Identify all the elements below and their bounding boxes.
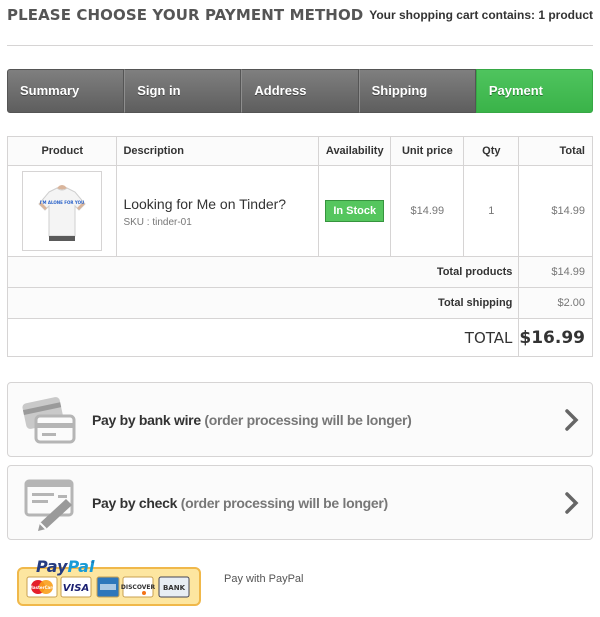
total-products-value: $14.99: [518, 256, 593, 288]
total-shipping-label: Total shipping: [6, 287, 520, 319]
checkout-steps: Summary Sign in Address Shipping Payment: [7, 69, 594, 113]
column-header-unit-price: Unit price: [390, 136, 465, 166]
svg-text:MasterCard: MasterCard: [29, 585, 55, 590]
qty-cell: 1: [463, 165, 520, 257]
svg-text:™: ™: [90, 561, 95, 567]
pay-by-check-option[interactable]: Pay by check (order processing will be l…: [7, 465, 593, 540]
paypal-logo: PayPal ™ MasterCard VISA DISCOVER BANK: [17, 557, 201, 606]
total-shipping-value: $2.00: [518, 287, 593, 319]
tshirt-image: I'M ALONE FOR YOU: [38, 185, 86, 241]
grand-total-label: TOTAL: [6, 318, 520, 357]
step-address[interactable]: Address: [241, 69, 359, 113]
column-header-total: Total: [518, 136, 593, 166]
grand-total-value: $16.99: [518, 318, 593, 357]
product-thumbnail[interactable]: I'M ALONE FOR YOU: [22, 171, 103, 251]
chevron-right-icon: [565, 409, 579, 431]
bank-card-icon: [18, 390, 82, 450]
step-shipping[interactable]: Shipping: [358, 69, 476, 113]
product-cell: I'M ALONE FOR YOU: [6, 165, 118, 257]
chevron-right-icon: [565, 492, 579, 514]
total-shipping-row: Total shipping $2.00: [6, 287, 593, 319]
check-pen-icon: [18, 473, 82, 533]
shirt-print-text: I'M ALONE FOR YOU: [40, 200, 84, 205]
pay-by-bank-wire-option[interactable]: Pay by bank wire (order processing will …: [7, 382, 593, 457]
paypal-logo-button[interactable]: PayPal ™ MasterCard VISA DISCOVER BANK: [17, 557, 201, 606]
check-note: (order processing will be longer): [180, 494, 388, 511]
product-sku: SKU : tinder-01: [123, 216, 192, 228]
cart-summary: Your shopping cart contains: 1 product: [369, 8, 593, 22]
step-sign-in[interactable]: Sign in: [124, 69, 242, 113]
svg-text:PayPal: PayPal: [36, 558, 95, 576]
column-header-product: Product: [6, 136, 118, 166]
svg-text:DISCOVER: DISCOVER: [121, 584, 156, 591]
step-summary[interactable]: Summary: [7, 69, 125, 113]
product-name[interactable]: Looking for Me on Tinder?: [123, 195, 318, 213]
page-title: PLEASE CHOOSE YOUR PAYMENT METHOD: [7, 6, 364, 24]
svg-text:BANK: BANK: [163, 584, 186, 592]
grand-total-row: TOTAL $16.99: [6, 318, 593, 357]
in-stock-badge: In Stock: [325, 200, 385, 222]
unit-price: $14.99: [410, 205, 445, 217]
bank-wire-note: (order processing will be longer): [204, 411, 412, 428]
line-total: $14.99: [551, 205, 585, 217]
column-header-qty: Qty: [463, 136, 520, 166]
quantity: 1: [488, 205, 495, 217]
total-products-label: Total products: [6, 256, 520, 288]
check-title: Pay by check: [92, 494, 178, 511]
availability-cell: In Stock: [318, 165, 392, 257]
unit-price-cell: $14.99: [390, 165, 465, 257]
pay-by-bank-wire-text: Pay by bank wire (order processing will …: [92, 412, 412, 428]
total-products-row: Total products $14.99: [6, 256, 593, 288]
cart-table: Product Description Availability Unit pr…: [6, 136, 593, 357]
bank-wire-title: Pay by bank wire: [92, 411, 201, 428]
column-header-availability: Availability: [318, 136, 392, 166]
step-payment[interactable]: Payment: [475, 69, 594, 113]
pay-with-paypal-label[interactable]: Pay with PayPal: [224, 573, 303, 585]
svg-text:VISA: VISA: [63, 583, 89, 594]
page-header: PLEASE CHOOSE YOUR PAYMENT METHOD Your s…: [7, 6, 593, 46]
table-row: I'M ALONE FOR YOU Looking for Me on Tind…: [6, 165, 593, 257]
total-cell: $14.99: [518, 165, 593, 257]
pay-by-check-text: Pay by check (order processing will be l…: [92, 495, 388, 511]
column-header-description: Description: [116, 136, 320, 166]
cart-header-row: Product Description Availability Unit pr…: [6, 136, 593, 166]
description-cell: Looking for Me on Tinder? SKU : tinder-0…: [116, 165, 320, 257]
